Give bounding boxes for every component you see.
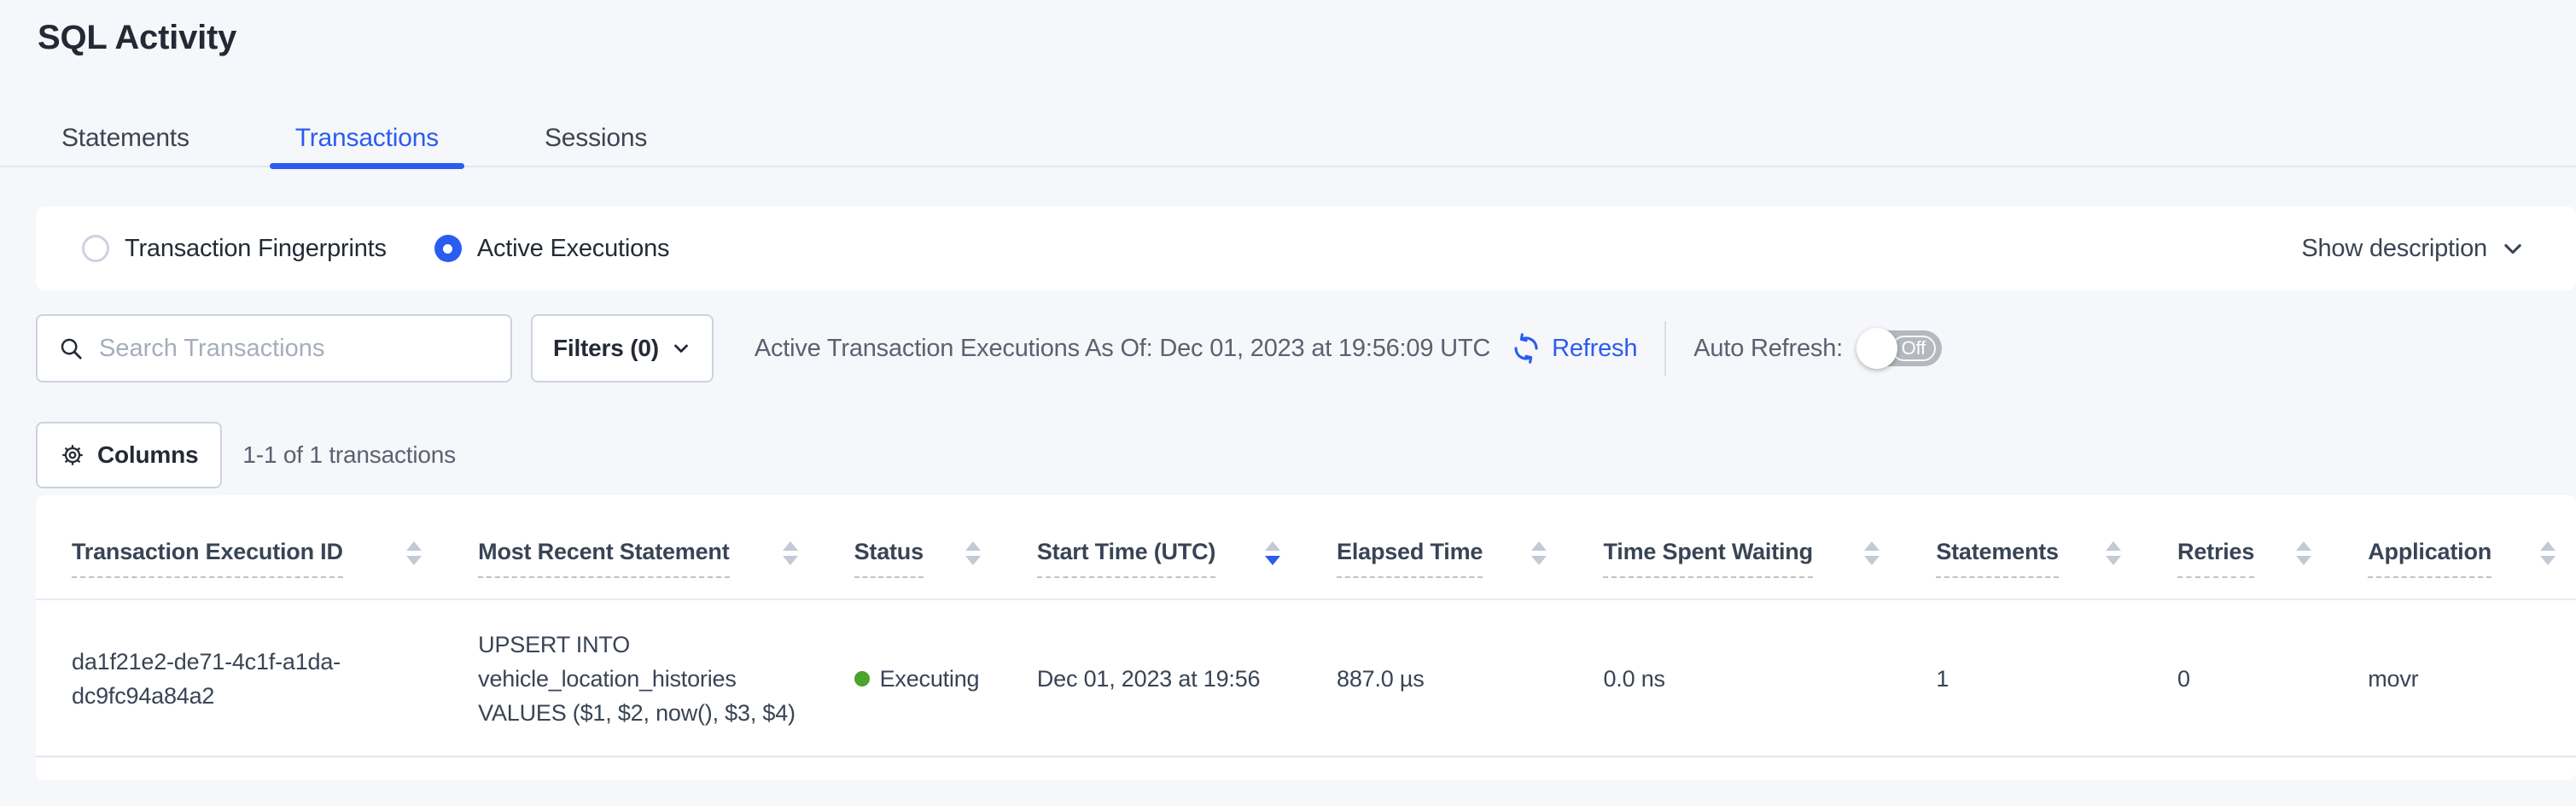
cell-application: movr [2332, 599, 2576, 756]
sort-arrows-icon[interactable] [965, 541, 981, 565]
search-input[interactable] [99, 335, 490, 363]
toolbar: Filters (0) Active Transaction Execution… [36, 314, 2576, 383]
page-title: SQL Activity [38, 20, 2576, 55]
tab-statements[interactable]: Statements [36, 123, 215, 166]
col-header-elapsed-time[interactable]: Elapsed Time [1301, 495, 1567, 599]
toggle-state-label: Off [1891, 336, 1936, 361]
tab-sessions[interactable]: Sessions [519, 123, 673, 166]
sort-arrows-icon[interactable] [1864, 541, 1880, 565]
refresh-button[interactable]: Refresh [1511, 333, 1637, 364]
radio-selected-icon[interactable] [434, 235, 462, 262]
result-count: 1-1 of 1 transactions [242, 441, 456, 469]
chevron-down-icon [2501, 237, 2525, 260]
sort-arrows-icon[interactable] [2540, 541, 2556, 565]
auto-refresh-label: Auto Refresh: [1693, 335, 1843, 363]
status-dot [854, 671, 870, 686]
cell-transaction-execution-id: da1f21e2-de71-4c1f-a1da-dc9fc94a84a2 [36, 599, 442, 756]
status-label: Executing [880, 662, 980, 696]
col-header-application[interactable]: Application [2332, 495, 2576, 599]
show-description-label: Show description [2301, 235, 2487, 263]
cell-status: Executing [819, 599, 1001, 756]
auto-refresh-toggle[interactable]: Off [1858, 330, 1942, 366]
cell-retries: 0 [2142, 599, 2332, 756]
col-header-statements[interactable]: Statements [1900, 495, 2142, 599]
as-of-text: Active Transaction Executions As Of: Dec… [755, 335, 1490, 363]
chevron-down-icon [671, 338, 691, 359]
col-header-retries[interactable]: Retries [2142, 495, 2332, 599]
transactions-table: Transaction Execution ID Most Recent Sta… [36, 495, 2576, 757]
sort-arrows-icon[interactable] [406, 541, 422, 565]
divider [1664, 321, 1666, 376]
columns-label: Columns [97, 441, 198, 469]
cell-time-spent-waiting: 0.0 ns [1567, 599, 1900, 756]
show-description-toggle[interactable]: Show description [2301, 235, 2525, 263]
transactions-table-card: Transaction Execution ID Most Recent Sta… [36, 495, 2576, 780]
columns-button[interactable]: Columns [36, 422, 222, 488]
view-mode-bar: Transaction Fingerprints Active Executio… [36, 207, 2576, 290]
cell-elapsed-time: 887.0 µs [1301, 599, 1567, 756]
radio-active-executions[interactable]: Active Executions [434, 235, 670, 263]
table-header-row: Transaction Execution ID Most Recent Sta… [36, 495, 2576, 599]
sort-arrows-icon[interactable] [2106, 541, 2121, 565]
sort-arrows-icon[interactable] [783, 541, 798, 565]
radio-label: Active Executions [477, 235, 670, 263]
col-header-time-spent-waiting[interactable]: Time Spent Waiting [1567, 495, 1900, 599]
cell-most-recent-statement: UPSERT INTO vehicle_location_histories V… [442, 599, 818, 756]
radio-label: Transaction Fingerprints [125, 235, 387, 263]
gear-icon [60, 442, 85, 468]
sort-arrows-icon[interactable] [1531, 541, 1547, 565]
filters-label: Filters (0) [553, 335, 659, 362]
sort-arrows-icon[interactable] [2296, 541, 2311, 565]
col-header-start-time[interactable]: Start Time (UTC) [1001, 495, 1301, 599]
filters-button[interactable]: Filters (0) [531, 314, 714, 383]
toggle-knob[interactable] [1856, 328, 1897, 369]
tab-bar: Statements Transactions Sessions [0, 123, 2576, 167]
cell-start-time: Dec 01, 2023 at 19:56 [1001, 599, 1301, 756]
search-icon [58, 336, 84, 361]
col-header-most-recent-statement[interactable]: Most Recent Statement [442, 495, 818, 599]
table-row: da1f21e2-de71-4c1f-a1da-dc9fc94a84a2 UPS… [36, 599, 2576, 756]
search-box[interactable] [36, 314, 512, 383]
table-controls: Columns 1-1 of 1 transactions [36, 422, 2576, 488]
col-header-transaction-execution-id[interactable]: Transaction Execution ID [36, 495, 442, 599]
sort-arrows-icon[interactable] [1265, 541, 1280, 565]
tab-transactions[interactable]: Transactions [270, 123, 464, 166]
radio-unselected-icon[interactable] [82, 235, 109, 262]
cell-statements: 1 [1900, 599, 2142, 756]
radio-transaction-fingerprints[interactable]: Transaction Fingerprints [82, 235, 387, 263]
refresh-label: Refresh [1552, 335, 1637, 363]
col-header-status[interactable]: Status [819, 495, 1001, 599]
refresh-icon [1511, 333, 1542, 364]
